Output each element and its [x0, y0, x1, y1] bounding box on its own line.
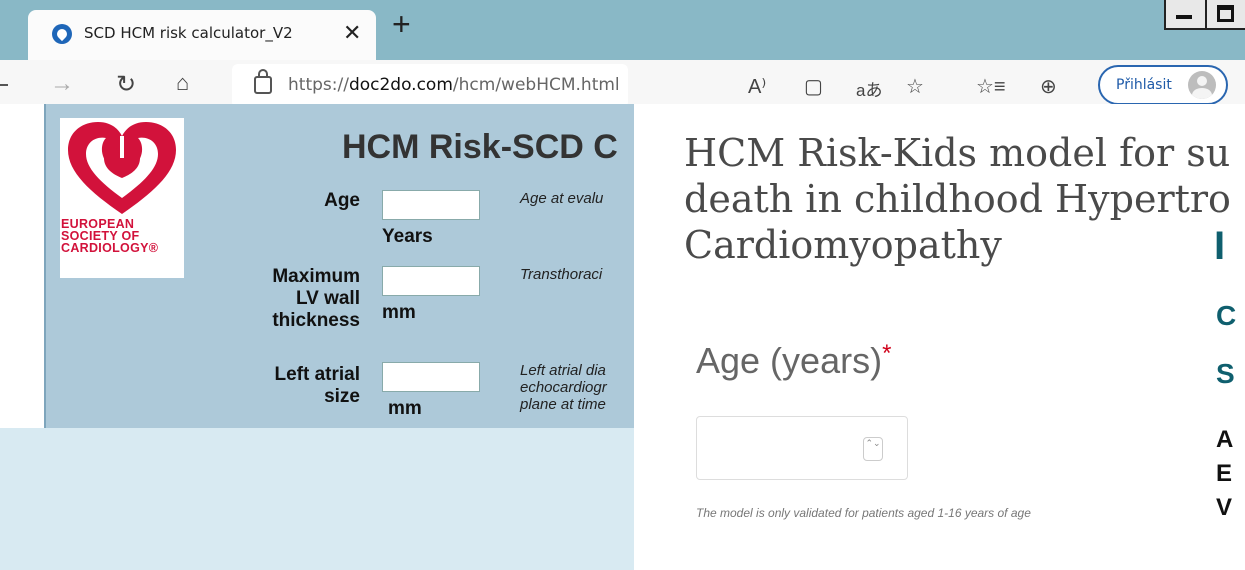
url-domain: doc2do.com [348, 75, 453, 95]
side-subheading-fragment: S [1216, 358, 1235, 389]
left-atrial-size-description: Left atrial dia echocardiogr plane at ti… [520, 362, 607, 413]
left-atrial-size-label: Left atrial size [274, 364, 360, 407]
lv-wall-thickness-label: Maximum LV wall thickness [272, 266, 360, 331]
signin-button[interactable]: Přihlásit [1098, 65, 1228, 105]
forward-icon[interactable]: → [50, 70, 74, 98]
age-years-input[interactable]: ⌃⌄ [696, 416, 908, 480]
lv-wall-thickness-input[interactable] [382, 266, 480, 296]
minimize-button[interactable] [1166, 0, 1207, 28]
lv-wall-thickness-unit: mm [382, 302, 416, 323]
age-years-text: Age (years) [696, 340, 883, 381]
maximize-button[interactable] [1207, 0, 1245, 28]
logo-line: CARDIOLOGY® [61, 241, 159, 255]
tab-strip: SCD HCM risk calculator_V2 ✕ + [0, 0, 1245, 60]
url-path: /hcm/webHCM.html [452, 75, 620, 95]
side-subheading-fragment: C [1216, 300, 1237, 331]
risk-kids-title: HCM Risk-Kids model for su death in chil… [684, 130, 1245, 268]
description-line: plane at time [520, 396, 606, 413]
age-label: Age [324, 190, 360, 211]
risk-kids-page: HCM Risk-Kids model for su death in chil… [634, 104, 1245, 570]
side-text-fragment: V [1216, 494, 1233, 521]
number-spinner-icon[interactable]: ⌃⌄ [863, 437, 883, 461]
heart-logo-icon [68, 122, 176, 214]
esc-logo: EUROPEAN SOCIETY OF CARDIOLOGY® [60, 118, 184, 278]
tab-title: SCD HCM risk calculator_V2 [84, 24, 293, 42]
add-favorite-icon[interactable]: ☆ [906, 74, 924, 99]
back-icon[interactable] [0, 84, 8, 86]
title-line: Cardiomyopathy [684, 223, 1002, 267]
read-aloud-icon[interactable]: A⁾ [748, 74, 766, 99]
lv-wall-thickness-description: Transthoraci [520, 266, 603, 283]
esc-logo-text: EUROPEAN SOCIETY OF CARDIOLOGY® [61, 218, 183, 255]
signin-label: Přihlásit [1116, 77, 1172, 93]
required-marker: * [882, 340, 892, 367]
address-bar[interactable]: https://doc2do.com/hcm/webHCM.html [232, 64, 628, 108]
left-atrial-size-input[interactable] [382, 362, 480, 392]
side-text-fragment: E [1216, 460, 1233, 487]
side-heading-fragment: I [1214, 224, 1226, 268]
description-line: Left atrial dia [520, 362, 606, 379]
url-text[interactable]: https://doc2do.com/hcm/webHCM.html [288, 75, 620, 95]
calculator-title: HCM Risk-SCD C [342, 128, 618, 166]
description-line: echocardiogr [520, 379, 607, 396]
age-input[interactable] [382, 190, 480, 220]
side-text-fragment: A [1216, 426, 1234, 453]
translate-icon[interactable]: aあ [856, 76, 882, 101]
avatar [1188, 71, 1216, 99]
age-description: Age at evalu [520, 190, 604, 207]
refresh-icon[interactable]: ↻ [116, 70, 136, 99]
favorites-icon[interactable]: ☆≡ [976, 74, 1006, 99]
lock-icon[interactable] [254, 69, 272, 94]
close-tab-icon[interactable]: ✕ [343, 20, 361, 46]
new-tab-button[interactable]: + [392, 8, 411, 40]
site-favicon-icon [52, 24, 72, 44]
age-validation-note: The model is only validated for patients… [696, 506, 1031, 520]
browser-tab[interactable]: SCD HCM risk calculator_V2 ✕ [28, 10, 376, 60]
left-atrial-size-unit: mm [388, 398, 422, 419]
title-line: HCM Risk-Kids model for su [684, 131, 1231, 175]
collections-icon[interactable]: ⊕ [1040, 74, 1057, 99]
window-controls [1164, 0, 1245, 30]
age-years-label: Age (years)* [696, 340, 891, 382]
title-line: death in childhood Hypertro [684, 177, 1231, 221]
immersive-reader-icon[interactable]: ▢ [804, 74, 823, 99]
home-icon[interactable]: ⌂ [176, 70, 189, 96]
age-unit: Years [382, 226, 433, 247]
url-prefix: https:// [288, 75, 349, 95]
